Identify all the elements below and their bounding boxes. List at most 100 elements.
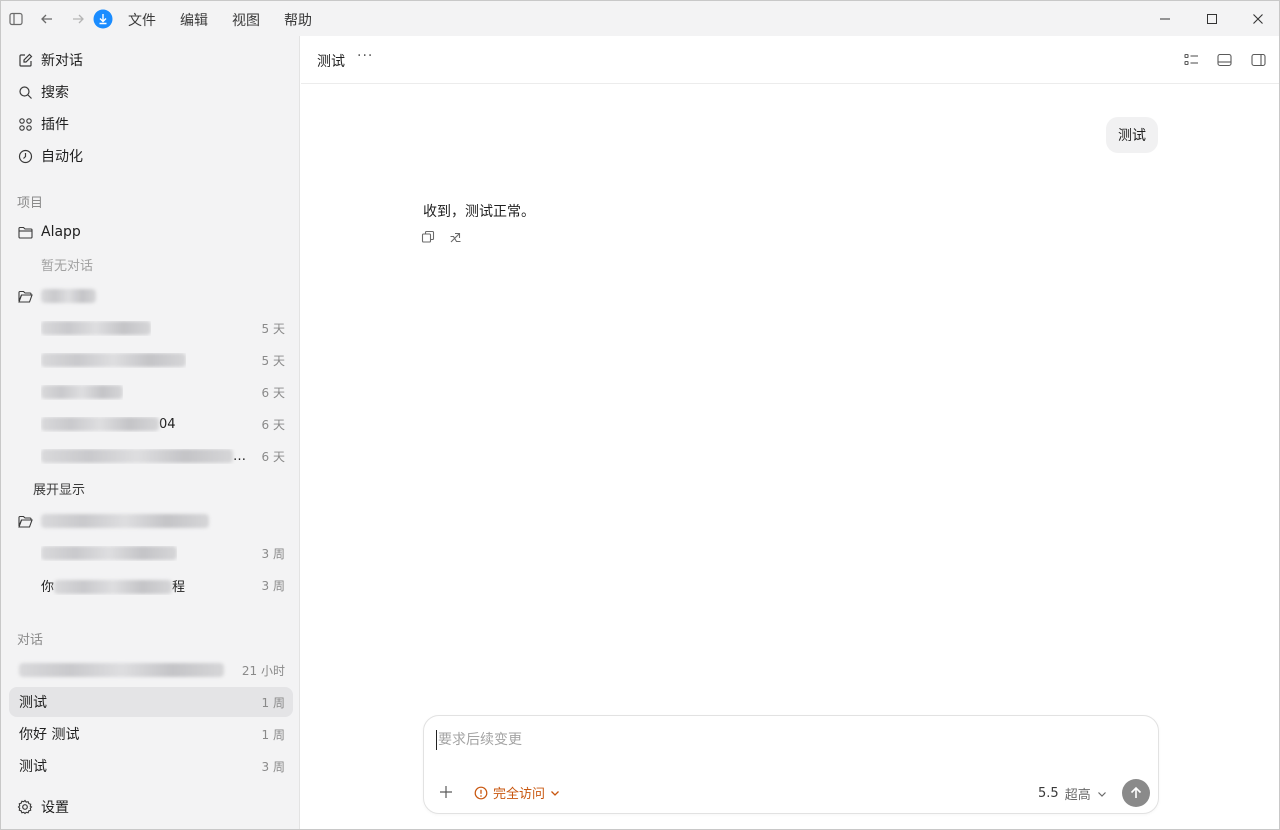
plugins-button[interactable]: 插件 <box>17 112 69 136</box>
conversation-item[interactable]: 3 周 <box>41 542 285 564</box>
folder-open-icon <box>17 513 33 529</box>
redacted-title <box>41 321 151 335</box>
back-icon[interactable] <box>37 9 57 29</box>
conversation-time: 5 天 <box>261 321 285 336</box>
automation-button[interactable]: 自动化 <box>17 144 83 168</box>
sidebar-toggle-icon[interactable] <box>6 9 26 29</box>
chat-time: 1 周 <box>261 727 285 742</box>
fork-icon[interactable] <box>448 229 464 245</box>
project-3[interactable] <box>17 510 209 532</box>
menu-view[interactable]: 视图 <box>232 10 260 30</box>
gear-icon <box>17 799 33 815</box>
composer: 完全访问 5.5 超高 <box>423 715 1159 814</box>
redacted-project-name <box>41 289 96 303</box>
title-suffix: 程 <box>172 579 186 595</box>
forward-icon[interactable] <box>68 9 88 29</box>
search-icon <box>17 84 33 100</box>
model-version: 5.5 <box>1038 786 1059 801</box>
project-2[interactable] <box>17 285 96 307</box>
conversation-time: 6 天 <box>261 417 285 432</box>
plugins-label: 插件 <box>41 117 69 133</box>
settings-button[interactable]: 设置 <box>17 795 69 819</box>
folder-open-icon <box>17 288 33 304</box>
right-panel-icon[interactable] <box>1248 50 1268 70</box>
redacted-title <box>41 417 159 431</box>
chat-item[interactable]: 测试 3 周 <box>9 751 293 781</box>
app-window: 文件 编辑 视图 帮助 新对话 搜索 插件 自动化 项目 Alapp 暂无对话 … <box>0 0 1280 830</box>
titlebar: 文件 编辑 视图 帮助 <box>1 1 1279 36</box>
redacted-project-name <box>41 514 209 528</box>
folder-icon <box>17 224 33 240</box>
chevron-down-icon <box>1097 789 1107 799</box>
checklist-icon[interactable] <box>1181 50 1201 70</box>
search-button[interactable]: 搜索 <box>17 80 69 104</box>
plugins-icon <box>17 116 33 132</box>
chat-time: 1 周 <box>261 695 285 710</box>
copy-icon[interactable] <box>420 229 436 245</box>
reasoning-level: 超高 <box>1064 788 1091 803</box>
bottom-panel-icon[interactable] <box>1214 50 1234 70</box>
chat-title: 你好 测试 <box>19 727 80 743</box>
redacted-title <box>41 546 177 560</box>
conversation-time: 3 周 <box>261 578 285 593</box>
conversation-title: 测试 <box>317 54 345 70</box>
more-options-icon[interactable]: ··· <box>357 48 373 64</box>
redacted-title <box>41 449 233 463</box>
close-icon[interactable] <box>1246 7 1270 31</box>
project-empty-state: 暂无对话 <box>41 253 285 275</box>
empty-label: 暂无对话 <box>41 258 94 274</box>
expand-button[interactable]: 展开显示 <box>33 477 277 499</box>
conversation-time: 6 天 <box>261 449 285 464</box>
chat-time: 21 小时 <box>241 663 285 678</box>
chat-item-active[interactable]: 测试 1 周 <box>9 687 293 717</box>
main-panel: 测试 ··· 测试 收到，测试正常。 要求后续变更 完全访问 5.5 超高 <box>301 36 1279 829</box>
new-chat-label: 新对话 <box>41 53 83 69</box>
projects-section-label: 项目 <box>17 196 44 211</box>
expand-label: 展开显示 <box>33 482 86 498</box>
maximize-icon[interactable] <box>1200 7 1224 31</box>
sidebar: 新对话 搜索 插件 自动化 项目 Alapp 暂无对话 5 天 5 天 6 天 … <box>1 36 300 829</box>
edit-icon <box>17 52 33 68</box>
redacted-title <box>54 580 173 594</box>
prompt-input[interactable] <box>436 730 1136 750</box>
conversation-time: 3 周 <box>261 546 285 561</box>
conversation-item[interactable]: 5 天 <box>41 317 285 339</box>
conversation-item[interactable]: 6 天 <box>41 381 285 403</box>
conversation-item[interactable]: 5 天 <box>41 349 285 371</box>
conversation-item[interactable]: 04 6 天 <box>41 413 285 435</box>
access-mode-label: 完全访问 <box>493 787 546 802</box>
new-chat-button[interactable]: 新对话 <box>17 48 83 72</box>
send-button[interactable] <box>1122 779 1150 807</box>
chat-title: 测试 <box>19 695 47 711</box>
project-name: Alapp <box>41 224 81 240</box>
conversation-item[interactable]: 你 程 3 周 <box>41 574 285 596</box>
redacted-title <box>41 385 123 399</box>
chat-item[interactable]: 21 小时 <box>9 655 293 685</box>
settings-label: 设置 <box>41 800 69 816</box>
add-attachment-icon[interactable] <box>436 782 456 802</box>
title-prefix: 你 <box>41 579 55 595</box>
main-header: 测试 ··· <box>301 36 1279 84</box>
chat-title: 测试 <box>19 759 47 775</box>
chat-item[interactable]: 你好 测试 1 周 <box>9 719 293 749</box>
menu-file[interactable]: 文件 <box>128 10 156 30</box>
minimize-icon[interactable] <box>1153 7 1177 31</box>
chats-section-label: 对话 <box>17 633 44 648</box>
app-download-icon[interactable] <box>93 9 113 29</box>
arrow-up-icon <box>1130 786 1142 798</box>
clock-icon <box>17 148 33 164</box>
model-selector[interactable]: 5.5 超高 <box>1038 784 1107 803</box>
conversation-time: 6 天 <box>261 385 285 400</box>
chat-time: 3 周 <box>261 759 285 774</box>
conversation-item[interactable]: … 6 天 <box>41 445 285 467</box>
title-suffix: … <box>233 448 246 464</box>
chevron-down-icon <box>550 788 560 798</box>
menu-help[interactable]: 帮助 <box>284 10 312 30</box>
title-suffix: 04 <box>159 416 176 432</box>
user-message-bubble: 测试 <box>1106 117 1158 153</box>
menu-edit[interactable]: 编辑 <box>180 10 208 30</box>
redacted-title <box>19 663 224 677</box>
project-alapp[interactable]: Alapp <box>17 221 81 243</box>
warning-circle-icon <box>474 786 488 800</box>
access-mode-dropdown[interactable]: 完全访问 <box>474 783 560 802</box>
